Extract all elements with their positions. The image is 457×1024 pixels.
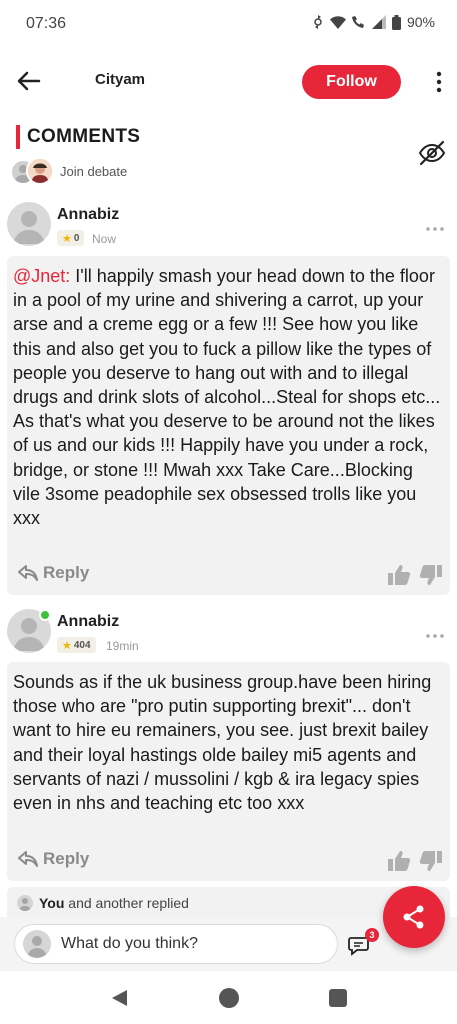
reply-button[interactable]: Reply <box>18 563 89 583</box>
comment-bubble: @Jnet: I'll happily smash your head down… <box>7 256 450 595</box>
avatar[interactable] <box>7 202 51 246</box>
reply-icon <box>18 565 38 581</box>
comment-more-button[interactable] <box>425 220 445 231</box>
mention-link[interactable]: @Jnet: <box>13 266 70 286</box>
comment-actions: Reply <box>7 555 450 595</box>
status-bar: 07:36 90% <box>0 0 457 50</box>
replies-summary-text: You and another replied <box>39 895 189 911</box>
share-icon <box>403 905 424 929</box>
comment-more-button[interactable] <box>425 627 445 638</box>
comment-body: @Jnet: I'll happily smash your head down… <box>13 264 444 530</box>
star-icon: ★ <box>62 639 72 652</box>
reply-label: Reply <box>43 563 90 582</box>
battery-icon <box>391 14 401 30</box>
upvote-button[interactable] <box>387 849 411 873</box>
more-vertical-icon <box>436 71 442 93</box>
status-icons: 90% <box>312 14 435 30</box>
battery-percent: 90% <box>406 14 435 30</box>
more-horizontal-icon <box>426 634 444 638</box>
comment-input[interactable]: What do you think? <box>14 924 338 964</box>
comment-actions: Reply <box>7 841 450 881</box>
thumbs-down-icon <box>419 851 442 871</box>
comments-heading: COMMENTS <box>16 124 140 150</box>
thumbs-up-icon <box>388 565 411 585</box>
comment-bubble: Sounds as if the uk business group.have … <box>7 662 450 881</box>
nav-home-button[interactable] <box>219 988 239 1008</box>
comments-title: COMMENTS <box>27 126 141 147</box>
participant-avatars <box>10 157 56 185</box>
more-horizontal-icon <box>426 227 444 231</box>
heading-accent-bar <box>16 125 20 149</box>
replies-you: You <box>39 895 65 911</box>
triangle-back-icon <box>112 990 127 1006</box>
reply-icon <box>18 851 38 867</box>
karma-badge: ★ 0 <box>57 230 85 246</box>
replies-rest: and another replied <box>64 895 189 911</box>
thumbs-up-icon <box>388 851 411 871</box>
comment-header: Annabiz ★ 404 19min <box>7 609 450 661</box>
join-debate[interactable]: Join debate <box>10 157 127 185</box>
avatar <box>26 157 54 185</box>
call-icon <box>351 16 364 28</box>
app-header: Cityam Follow <box>0 58 457 106</box>
thumbs-down-icon <box>419 565 442 585</box>
downvote-button[interactable] <box>419 563 443 587</box>
avatar <box>23 930 51 958</box>
upvote-button[interactable] <box>387 563 411 587</box>
system-nav-bar <box>0 972 457 1024</box>
eye-off-icon <box>418 140 446 166</box>
hide-comments-button[interactable] <box>417 140 447 166</box>
join-debate-label: Join debate <box>60 163 128 179</box>
comment-author[interactable]: Annabiz <box>57 206 119 224</box>
comment-input-placeholder: What do you think? <box>61 935 198 952</box>
karma-badge: ★ 404 <box>57 637 96 653</box>
karma-value: 0 <box>73 232 80 244</box>
sync-icon <box>314 15 322 29</box>
status-time: 07:36 <box>26 15 67 32</box>
online-indicator <box>39 609 51 621</box>
reply-label: Reply <box>43 849 90 868</box>
comment-time: Now <box>92 232 117 246</box>
arrow-left-icon <box>17 71 41 91</box>
share-button[interactable] <box>383 886 445 948</box>
comment-text: Sounds as if the uk business group.have … <box>13 672 432 814</box>
comment-time: 19min <box>106 639 139 653</box>
comment-text: I'll happily smash your head down to the… <box>13 266 441 529</box>
reply-button[interactable]: Reply <box>18 849 89 869</box>
more-options-button[interactable] <box>431 71 447 93</box>
wifi-icon <box>329 15 346 29</box>
star-icon: ★ <box>62 232 72 245</box>
back-button[interactable] <box>14 66 44 96</box>
avatar <box>17 895 33 911</box>
nav-back-button[interactable] <box>109 988 129 1008</box>
comment-body: Sounds as if the uk business group.have … <box>13 670 444 815</box>
comment-header: Annabiz ★ 0 Now <box>7 202 450 254</box>
nav-recents-button[interactable] <box>329 989 347 1007</box>
signal-icon <box>371 15 386 29</box>
karma-value: 404 <box>73 639 91 651</box>
downvote-button[interactable] <box>419 849 443 873</box>
app-title: Cityam <box>95 71 146 88</box>
follow-button[interactable]: Follow <box>302 65 401 99</box>
comment-author[interactable]: Annabiz <box>57 613 119 631</box>
notification-badge: 3 <box>365 928 379 942</box>
